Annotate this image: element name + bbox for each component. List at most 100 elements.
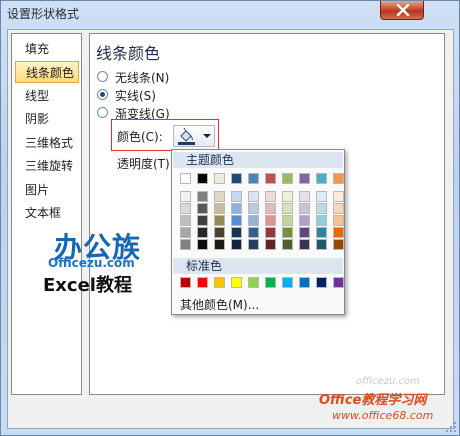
theme-color-swatch[interactable] xyxy=(231,215,242,226)
theme-color-swatch[interactable] xyxy=(299,239,310,250)
theme-color-swatch[interactable] xyxy=(248,203,259,214)
standard-color-swatch[interactable] xyxy=(214,277,225,288)
theme-color-swatch[interactable] xyxy=(180,215,191,226)
theme-color-swatch[interactable] xyxy=(299,173,310,184)
transparency-label: 透明度(T): xyxy=(117,157,174,171)
theme-color-swatch[interactable] xyxy=(282,215,293,226)
radio-button[interactable] xyxy=(97,89,108,100)
standard-color-swatch[interactable] xyxy=(299,277,310,288)
close-icon xyxy=(396,4,410,16)
theme-color-swatch[interactable] xyxy=(231,203,242,214)
theme-color-swatch[interactable] xyxy=(248,173,259,184)
radio-label: 无线条(N) xyxy=(115,71,170,85)
theme-color-swatch[interactable] xyxy=(214,203,225,214)
theme-color-swatch[interactable] xyxy=(231,227,242,238)
sidebar-item-line-color[interactable]: 线条颜色 xyxy=(15,61,79,83)
theme-color-swatch[interactable] xyxy=(197,215,208,226)
sidebar-item-text-box[interactable]: 文本框 xyxy=(15,202,79,224)
sidebar-item-shadow[interactable]: 阴影 xyxy=(15,108,79,130)
sidebar-item-picture[interactable]: 图片 xyxy=(15,179,79,201)
theme-color-swatch[interactable] xyxy=(316,239,327,250)
watermark-logo-text: officezu.com xyxy=(356,376,420,387)
theme-color-swatch[interactable] xyxy=(282,191,293,202)
theme-color-swatch[interactable] xyxy=(299,227,310,238)
theme-color-swatch[interactable] xyxy=(333,227,344,238)
theme-color-swatch[interactable] xyxy=(265,215,276,226)
theme-color-swatch[interactable] xyxy=(197,227,208,238)
theme-color-swatch[interactable] xyxy=(197,191,208,202)
radio-button[interactable] xyxy=(97,71,108,82)
section-title: 线条颜色 xyxy=(96,44,161,63)
theme-color-swatch[interactable] xyxy=(316,203,327,214)
standard-color-swatch[interactable] xyxy=(180,277,191,288)
theme-color-swatch[interactable] xyxy=(333,239,344,250)
watermark-brand-url: Officezu.com xyxy=(48,256,135,270)
theme-color-swatch[interactable] xyxy=(248,227,259,238)
theme-color-swatch[interactable] xyxy=(316,173,327,184)
theme-colors-header: 主题颜色 xyxy=(173,152,343,168)
more-colors-item[interactable]: 其他颜色(M)... xyxy=(180,296,259,313)
theme-color-swatch[interactable] xyxy=(282,203,293,214)
theme-color-swatch[interactable] xyxy=(231,173,242,184)
theme-color-swatch[interactable] xyxy=(299,203,310,214)
standard-color-swatch[interactable] xyxy=(333,277,344,288)
theme-color-swatch[interactable] xyxy=(333,173,344,184)
theme-color-swatch[interactable] xyxy=(214,239,225,250)
theme-color-swatch[interactable] xyxy=(265,239,276,250)
theme-color-swatch[interactable] xyxy=(282,173,293,184)
theme-color-swatch[interactable] xyxy=(214,215,225,226)
theme-color-swatch[interactable] xyxy=(299,191,310,202)
theme-color-swatch[interactable] xyxy=(299,215,310,226)
theme-color-swatch[interactable] xyxy=(316,227,327,238)
title-bar: 设置形状格式 xyxy=(1,1,460,29)
theme-color-swatch[interactable] xyxy=(197,239,208,250)
color-popup: 主题颜色 标准色 其他颜色(M)... xyxy=(171,149,345,315)
theme-color-swatch[interactable] xyxy=(265,191,276,202)
standard-color-swatch[interactable] xyxy=(197,277,208,288)
theme-color-swatch[interactable] xyxy=(316,215,327,226)
color-picker-button[interactable] xyxy=(173,125,215,147)
theme-color-swatch[interactable] xyxy=(180,227,191,238)
radio-button[interactable] xyxy=(97,107,108,118)
theme-color-swatch[interactable] xyxy=(282,227,293,238)
theme-color-swatch[interactable] xyxy=(265,173,276,184)
theme-color-swatch[interactable] xyxy=(231,239,242,250)
theme-color-swatch[interactable] xyxy=(265,203,276,214)
sidebar-item-3d-rotation[interactable]: 三维旋转 xyxy=(15,155,79,177)
chevron-down-icon xyxy=(203,134,211,138)
theme-color-swatch[interactable] xyxy=(231,191,242,202)
theme-color-swatch[interactable] xyxy=(333,191,344,202)
theme-color-swatch[interactable] xyxy=(282,239,293,250)
resize-grip-icon[interactable] xyxy=(445,421,457,433)
theme-color-swatch[interactable] xyxy=(180,191,191,202)
theme-color-swatch[interactable] xyxy=(214,227,225,238)
theme-color-swatch[interactable] xyxy=(316,191,327,202)
watermark-site-name: Office教程学习网 xyxy=(319,393,427,408)
theme-color-swatch[interactable] xyxy=(197,173,208,184)
theme-color-swatch[interactable] xyxy=(197,203,208,214)
standard-color-swatch[interactable] xyxy=(282,277,293,288)
theme-color-swatch[interactable] xyxy=(180,173,191,184)
theme-color-swatch[interactable] xyxy=(248,215,259,226)
theme-color-swatch[interactable] xyxy=(214,173,225,184)
standard-colors-header: 标准色 xyxy=(173,258,343,274)
standard-color-swatch[interactable] xyxy=(248,277,259,288)
theme-color-swatch[interactable] xyxy=(180,239,191,250)
watermark-brand-sub: Excel教程 xyxy=(43,275,132,296)
theme-color-swatch[interactable] xyxy=(333,203,344,214)
theme-color-swatch[interactable] xyxy=(214,191,225,202)
format-shape-dialog: 设置形状格式 填充 线条颜色 线型 阴影 三维格式 三维旋转 图片 文本框 线条… xyxy=(0,0,460,436)
standard-color-swatch[interactable] xyxy=(231,277,242,288)
theme-color-swatch[interactable] xyxy=(248,239,259,250)
sidebar-item-fill[interactable]: 填充 xyxy=(15,38,79,60)
paint-bucket-icon xyxy=(178,127,195,145)
sidebar-item-line-style[interactable]: 线型 xyxy=(15,85,79,107)
theme-color-swatch[interactable] xyxy=(248,191,259,202)
sidebar-item-3d-format[interactable]: 三维格式 xyxy=(15,132,79,154)
theme-color-swatch[interactable] xyxy=(333,215,344,226)
theme-color-swatch[interactable] xyxy=(180,203,191,214)
theme-color-swatch[interactable] xyxy=(265,227,276,238)
standard-color-swatch[interactable] xyxy=(316,277,327,288)
close-button[interactable] xyxy=(380,1,424,20)
standard-color-swatch[interactable] xyxy=(265,277,276,288)
